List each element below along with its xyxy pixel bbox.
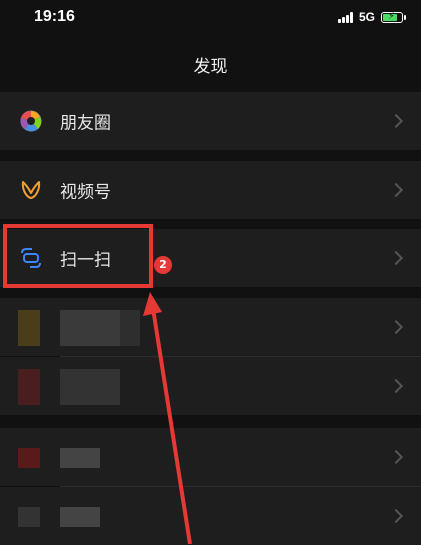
annotation-arrow — [143, 292, 192, 544]
